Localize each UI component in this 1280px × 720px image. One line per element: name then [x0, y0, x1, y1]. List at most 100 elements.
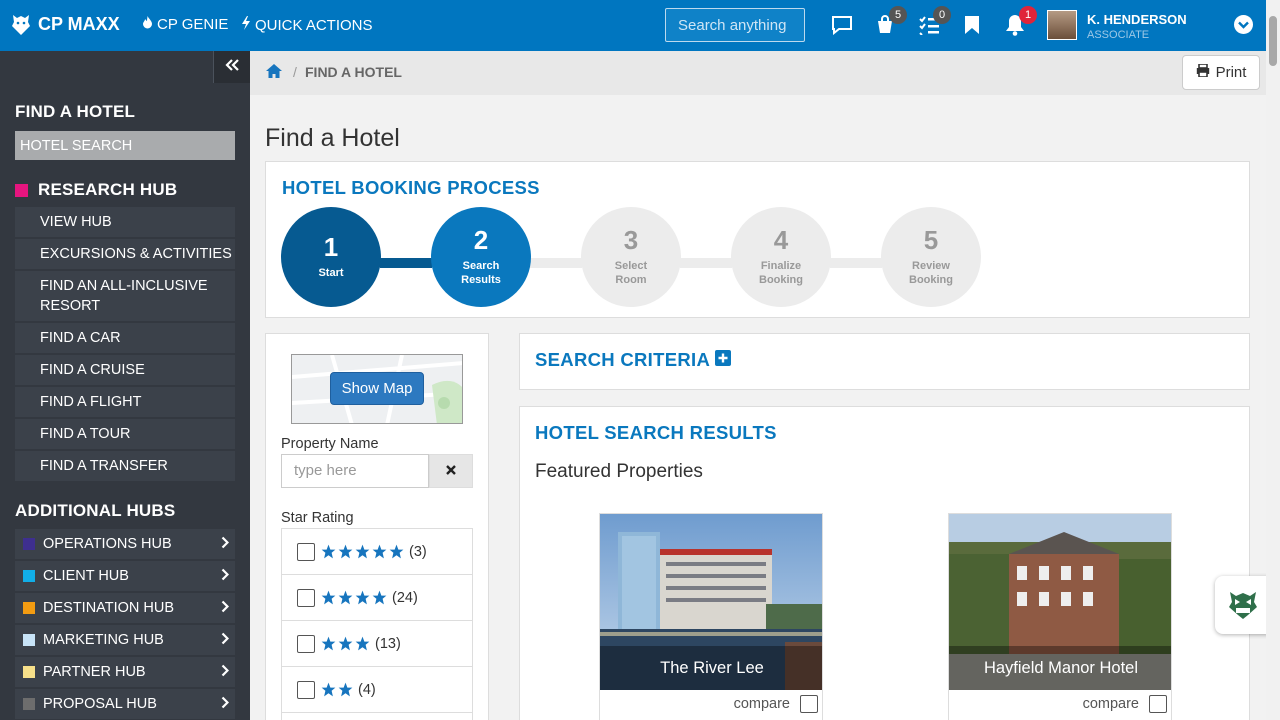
notifications-badge: 1: [1019, 6, 1037, 24]
plus-square-icon: [715, 349, 732, 371]
four-stars-icon: [321, 590, 387, 605]
hotel-name: Hayfield Manor Hotel: [949, 646, 1171, 690]
star-rating-list: (3) (24) (13) (4): [281, 528, 473, 720]
home-icon[interactable]: [266, 64, 282, 83]
chevron-right-icon: [221, 664, 230, 681]
user-name: K. HENDERSON: [1087, 12, 1187, 27]
property-name-input[interactable]: type here: [281, 454, 429, 488]
compare-label: compare: [733, 696, 790, 712]
sidebar-item-view-hub[interactable]: VIEW HUB: [15, 207, 235, 237]
page-title: Find a Hotel: [265, 124, 400, 152]
nav-cp-genie[interactable]: CP GENIE: [142, 16, 228, 33]
brand-logo[interactable]: CP MAXX: [10, 12, 120, 36]
sidebar-item-all-inclusive[interactable]: FIND AN ALL-INCLUSIVE RESORT: [15, 271, 235, 321]
step-label: Search Results: [461, 260, 501, 286]
compare-label: compare: [1082, 696, 1139, 712]
star-filter-2[interactable]: (4): [282, 667, 472, 713]
sidebar-item-marketing-hub[interactable]: MARKETING HUB: [15, 625, 235, 655]
avatar[interactable]: [1047, 10, 1077, 40]
page-scrollbar[interactable]: [1266, 0, 1280, 720]
compare-checkbox[interactable]: [1149, 695, 1167, 713]
compare-toggle[interactable]: compare: [734, 695, 818, 713]
search-criteria-panel[interactable]: SEARCH CRITERIA: [519, 333, 1250, 390]
sidebar-research-hub-heading: RESEARCH HUB: [15, 180, 177, 200]
sidebar-item-label: CLIENT HUB: [43, 568, 129, 584]
sidebar-item-operations-hub[interactable]: OPERATIONS HUB: [15, 529, 235, 559]
step-finalize-booking[interactable]: 4 Finalize Booking: [731, 207, 831, 307]
chevron-right-icon: [221, 568, 230, 585]
map-thumbnail[interactable]: Show Map: [291, 354, 463, 424]
print-button[interactable]: Print: [1182, 55, 1260, 90]
star-filter-5[interactable]: (3): [282, 529, 472, 575]
sidebar-item-label: FIND A TRANSFER: [40, 458, 168, 474]
star-filter-4[interactable]: (24): [282, 575, 472, 621]
chevron-right-icon: [221, 536, 230, 553]
three-stars-icon: [321, 636, 370, 651]
clear-property-name-button[interactable]: [429, 454, 473, 488]
sidebar-item-destination-hub[interactable]: DESTINATION HUB: [15, 593, 235, 623]
user-menu-toggle[interactable]: [1234, 15, 1253, 34]
step-number: 5: [923, 225, 939, 255]
step-number: 2: [473, 225, 489, 255]
step-label: Review Booking: [909, 260, 953, 286]
filter-panel: Show Map Property Name type here Star Ra…: [265, 333, 489, 720]
star-filter-3[interactable]: (13): [282, 621, 472, 667]
star-filter-checkbox[interactable]: [297, 542, 315, 561]
step-label: Start: [318, 267, 344, 279]
step-label: Select Room: [614, 260, 648, 286]
flame-icon: [142, 16, 153, 33]
sidebar-item-label: OPERATIONS HUB: [43, 536, 172, 552]
booking-process-panel: HOTEL BOOKING PROCESS 1 Start 2 Search R…: [265, 161, 1250, 318]
sidebar-item-label: VIEW HUB: [40, 214, 112, 230]
step-start[interactable]: 1 Start: [281, 207, 381, 307]
nav-quick-actions[interactable]: QUICK ACTIONS: [241, 16, 373, 34]
sidebar-item-label: HOTEL SEARCH: [20, 137, 133, 154]
cart-icon[interactable]: 5: [872, 6, 907, 38]
sidebar-item-label: FIND A CAR: [40, 330, 121, 346]
sidebar-item-find-car[interactable]: FIND A CAR: [15, 323, 235, 353]
tasks-icon[interactable]: 0: [916, 6, 951, 38]
sidebar-item-proposal-hub[interactable]: PROPOSAL HUB: [15, 689, 235, 719]
star-filter-checkbox[interactable]: [297, 680, 315, 699]
sidebar-item-excursions[interactable]: EXCURSIONS & ACTIVITIES: [15, 239, 235, 269]
step-search-results[interactable]: 2 Search Results: [431, 207, 531, 307]
chevron-down-icon: [1238, 16, 1249, 34]
chat-icon[interactable]: [829, 12, 855, 38]
search-criteria-header[interactable]: SEARCH CRITERIA: [535, 349, 732, 371]
hub-color-swatch: [23, 570, 35, 582]
sidebar-find-hotel-heading: FIND A HOTEL: [15, 102, 136, 121]
sidebar-item-client-hub[interactable]: CLIENT HUB: [15, 561, 235, 591]
step-label: Finalize Booking: [759, 260, 803, 286]
star-filter-checkbox[interactable]: [297, 634, 315, 653]
search-results-panel: HOTEL SEARCH RESULTS Featured Properties: [519, 406, 1250, 720]
sidebar-collapse-button[interactable]: [213, 51, 250, 83]
hotel-card[interactable]: The River Lee compare: [599, 513, 823, 720]
global-search-input[interactable]: Search anything: [665, 8, 805, 42]
star-filter-checkbox[interactable]: [297, 588, 315, 607]
sidebar-item-find-cruise[interactable]: FIND A CRUISE: [15, 355, 235, 385]
booking-process-title: HOTEL BOOKING PROCESS: [282, 177, 540, 198]
step-select-room[interactable]: 3 Select Room: [581, 207, 681, 307]
sidebar-item-partner-hub[interactable]: PARTNER HUB: [15, 657, 235, 687]
sidebar-item-find-flight[interactable]: FIND A FLIGHT: [15, 387, 235, 417]
breadcrumb-current: FIND A HOTEL: [305, 64, 402, 80]
sidebar-item-hotel-search[interactable]: HOTEL SEARCH: [15, 131, 235, 160]
chat-assistant-widget[interactable]: [1215, 576, 1270, 634]
research-hub-color-swatch: [15, 183, 28, 197]
hub-color-swatch: [23, 666, 35, 678]
show-map-button[interactable]: Show Map: [330, 372, 424, 405]
step-review-booking[interactable]: 5 Review Booking: [881, 207, 981, 307]
bolt-icon: [241, 16, 251, 34]
sidebar-item-find-transfer[interactable]: FIND A TRANSFER: [15, 451, 235, 481]
step-connector: [530, 258, 582, 268]
brand-name: CP MAXX: [38, 13, 120, 34]
compare-checkbox[interactable]: [800, 695, 818, 713]
sidebar-item-find-tour[interactable]: FIND A TOUR: [15, 419, 235, 449]
bookmark-icon[interactable]: [959, 12, 985, 38]
bell-icon[interactable]: 1: [1002, 6, 1037, 38]
nav-cp-genie-label: CP GENIE: [157, 16, 229, 33]
compare-toggle[interactable]: compare: [1083, 695, 1167, 713]
printer-icon: [1196, 63, 1210, 81]
scrollbar-thumb[interactable]: [1269, 16, 1277, 66]
hotel-card[interactable]: Hayfield Manor Hotel compare: [948, 513, 1172, 720]
